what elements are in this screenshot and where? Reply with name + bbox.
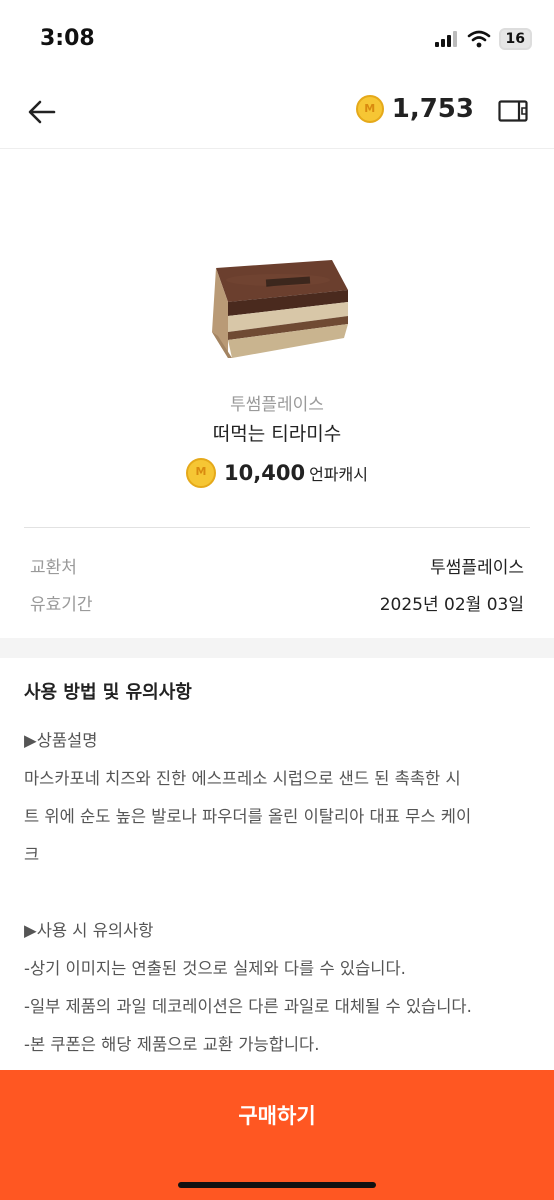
notes-line: ▶상품설명	[24, 731, 98, 750]
wifi-icon	[467, 30, 490, 48]
status-bar: 3:08 16	[0, 0, 554, 78]
price-row: 10,400 언파캐시	[0, 458, 554, 488]
price-unit: 언파캐시	[309, 465, 368, 484]
back-arrow-icon[interactable]	[24, 94, 60, 130]
cash-balance-display[interactable]: 1,753	[355, 94, 474, 124]
notes-title: 사용 방법 및 유의사항	[24, 682, 192, 703]
notes-line: ▶사용 시 유의사항	[24, 921, 154, 940]
product-brand: 투썸플레이스	[230, 395, 324, 415]
section-divider	[24, 527, 530, 528]
notes-line: 트 위에 순도 높은 발로나 파우더를 올린 이탈리아 대표 무스 케이	[24, 807, 472, 826]
notes-line: -본 쿠폰은 해당 제품으로 교환 가능합니다.	[24, 1035, 320, 1054]
wallet-icon[interactable]	[498, 100, 528, 122]
product-image	[212, 260, 348, 358]
notes-line: -상기 이미지는 연출된 것으로 실제와 다를 수 있습니다.	[24, 959, 406, 978]
buy-button-label: 구매하기	[238, 1104, 316, 1128]
status-icons: 16	[434, 28, 532, 50]
notes-spacer	[24, 874, 534, 912]
home-indicator	[178, 1182, 376, 1188]
info-row-exchange: 교환처 투썸플레이스	[30, 553, 524, 578]
notes-line: 마스카포네 치즈와 진한 에스프레소 시럽으로 샌드 된 촉촉한 시	[24, 769, 461, 788]
info-row-validity: 유효기간 2025년 02월 03일	[30, 590, 524, 615]
status-time: 3:08	[40, 26, 95, 51]
notes-line: 크	[24, 845, 40, 864]
usage-notes: 사용 방법 및 유의사항 ▶상품설명 마스카포네 치즈와 진한 에스프레소 시럽…	[24, 678, 534, 1064]
product-name: 떠먹는 티라미수	[212, 423, 342, 445]
cash-balance: 1,753	[391, 94, 474, 124]
coin-icon	[186, 458, 217, 488]
coin-icon	[355, 95, 384, 123]
header-divider	[0, 148, 554, 149]
header: 1,753	[0, 78, 554, 148]
battery-icon: 16	[498, 28, 532, 50]
info-value: 투썸플레이스	[430, 558, 524, 578]
info-value: 2025년 02월 03일	[379, 595, 524, 615]
buy-button[interactable]: 구매하기	[0, 1070, 554, 1200]
product-price: 10,400	[224, 461, 306, 485]
signal-icon	[434, 31, 457, 47]
info-label: 유효기간	[30, 595, 93, 615]
notes-line: -일부 제품의 과일 데코레이션은 다른 과일로 대체될 수 있습니다.	[24, 997, 472, 1016]
info-label: 교환처	[30, 558, 77, 578]
section-gap	[0, 638, 554, 658]
